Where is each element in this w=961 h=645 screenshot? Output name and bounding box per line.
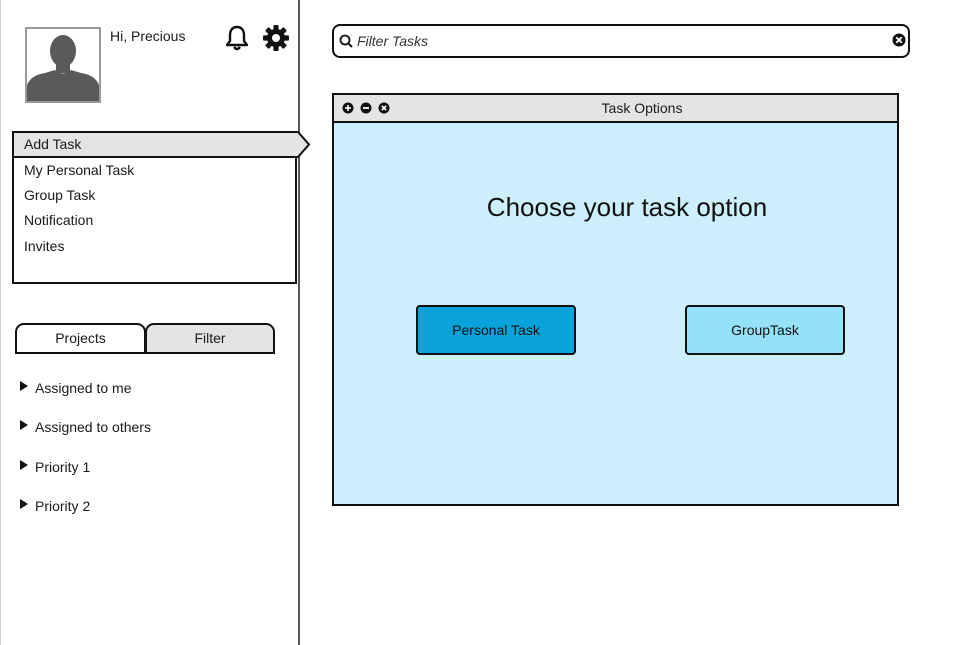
tree-item-assigned-to-me[interactable]: Assigned to me	[20, 380, 132, 396]
left-edge-line	[0, 0, 1, 645]
tree-item-priority-2[interactable]: Priority 2	[20, 498, 90, 514]
tree-item-label: Priority 2	[35, 498, 91, 514]
sidebar-divider	[298, 0, 300, 645]
search-icon	[339, 34, 353, 53]
search-input[interactable]	[357, 31, 877, 51]
expand-arrow-icon	[20, 420, 28, 430]
window-title: Task Options	[601, 100, 683, 116]
tree-item-label: Priority 1	[35, 459, 91, 475]
nav-item-my-personal-task[interactable]: My Personal Task	[24, 162, 134, 178]
expand-arrow-icon	[20, 381, 28, 391]
tree-item-label: Assigned to others	[35, 419, 151, 435]
expand-arrow-icon	[20, 460, 28, 470]
nav-item-group-task[interactable]: Group Task	[24, 187, 95, 203]
personal-task-button[interactable]: Personal Task	[416, 305, 576, 355]
task-options-window: Task Options Choose your task option Per…	[332, 93, 899, 506]
greeting-text: Hi, Precious	[110, 28, 186, 44]
nav-item-invites[interactable]: Invites	[24, 238, 64, 254]
avatar[interactable]	[25, 27, 101, 103]
window-titlebar: Task Options	[334, 95, 897, 123]
gear-icon[interactable]	[262, 24, 290, 52]
tree-item-assigned-to-others[interactable]: Assigned to others	[20, 419, 151, 435]
expand-arrow-icon	[20, 499, 28, 509]
tree-item-label: Assigned to me	[35, 380, 132, 396]
nav-item-notification[interactable]: Notification	[24, 212, 93, 228]
tab-projects[interactable]: Projects	[15, 323, 146, 354]
clear-search-icon[interactable]	[892, 33, 906, 52]
dialog-prompt: Choose your task option	[486, 192, 768, 222]
group-task-button[interactable]: GroupTask	[685, 305, 845, 355]
tab-filter[interactable]: Filter	[145, 323, 275, 354]
search-bar	[332, 24, 910, 58]
tree-item-priority-1[interactable]: Priority 1	[20, 459, 90, 475]
bell-icon[interactable]	[223, 24, 251, 52]
avatar-silhouette-icon	[27, 29, 99, 101]
nav-item-add-task[interactable]: Add Task	[24, 136, 81, 152]
